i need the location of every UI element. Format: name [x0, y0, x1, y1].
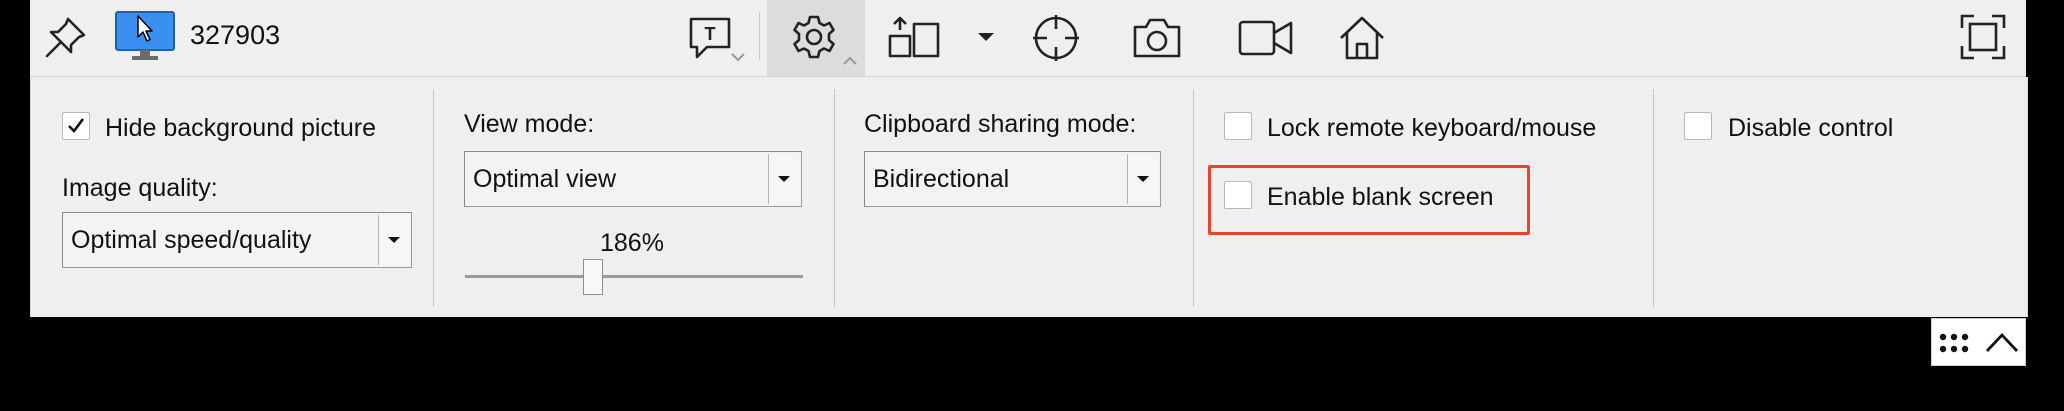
clipboard-select[interactable]: Bidirectional	[864, 151, 1161, 207]
fullscreen-icon[interactable]	[1950, 8, 2016, 66]
lock-keyboard-checkbox[interactable]	[1224, 112, 1252, 140]
zoom-slider-track[interactable]	[465, 275, 803, 278]
chevron-up-icon[interactable]	[1984, 329, 2020, 355]
connection-id: 327903	[190, 20, 281, 50]
dropdown-arrow-icon[interactable]	[1127, 154, 1158, 204]
view-mode-select[interactable]: Optimal view	[464, 151, 802, 207]
lock-keyboard-label: Lock remote keyboard/mouse	[1267, 114, 1597, 142]
hide-background-label: Hide background picture	[105, 114, 376, 142]
session-toolbar: 327903 T	[30, 0, 2026, 77]
column-divider	[1193, 89, 1194, 307]
column-divider	[1653, 89, 1654, 307]
column-divider	[834, 89, 835, 307]
svg-text:T: T	[705, 24, 716, 44]
hide-background-checkbox[interactable]	[62, 112, 90, 140]
collapse-toolbar-button[interactable]	[1931, 318, 2026, 366]
video-icon[interactable]	[1232, 10, 1300, 66]
disable-control-label: Disable control	[1728, 114, 1894, 142]
dropdown-triangle-icon[interactable]	[968, 20, 1004, 54]
camera-icon[interactable]	[1126, 10, 1188, 66]
image-quality-select[interactable]: Optimal speed/quality	[62, 212, 412, 268]
toolbar-divider	[759, 12, 760, 60]
view-mode-label: View mode:	[464, 110, 595, 138]
image-quality-label: Image quality:	[62, 174, 218, 202]
highlight-box	[1208, 165, 1530, 235]
pin-icon[interactable]	[40, 14, 90, 62]
grip-dots-icon	[1939, 333, 1969, 353]
display-layout-icon[interactable]	[885, 12, 943, 62]
chevron-up-icon[interactable]	[842, 56, 858, 66]
dropdown-arrow-icon[interactable]	[768, 154, 799, 204]
zoom-value: 186%	[600, 229, 664, 257]
clipboard-value: Bidirectional	[873, 165, 1010, 193]
column-divider	[433, 89, 434, 307]
clipboard-label: Clipboard sharing mode:	[864, 110, 1137, 138]
home-icon[interactable]	[1332, 10, 1392, 66]
image-quality-value: Optimal speed/quality	[71, 226, 312, 254]
zoom-slider-thumb[interactable]	[582, 259, 603, 295]
remote-monitor-icon[interactable]	[114, 10, 176, 62]
view-mode-value: Optimal view	[473, 165, 617, 193]
settings-gear-icon[interactable]	[787, 12, 841, 62]
chevron-down-icon[interactable]	[730, 52, 746, 62]
dropdown-arrow-icon[interactable]	[378, 215, 409, 265]
crosshair-target-icon[interactable]	[1026, 10, 1086, 66]
disable-control-checkbox[interactable]	[1684, 112, 1712, 140]
settings-panel: Hide background picture Image quality: O…	[30, 77, 2028, 317]
